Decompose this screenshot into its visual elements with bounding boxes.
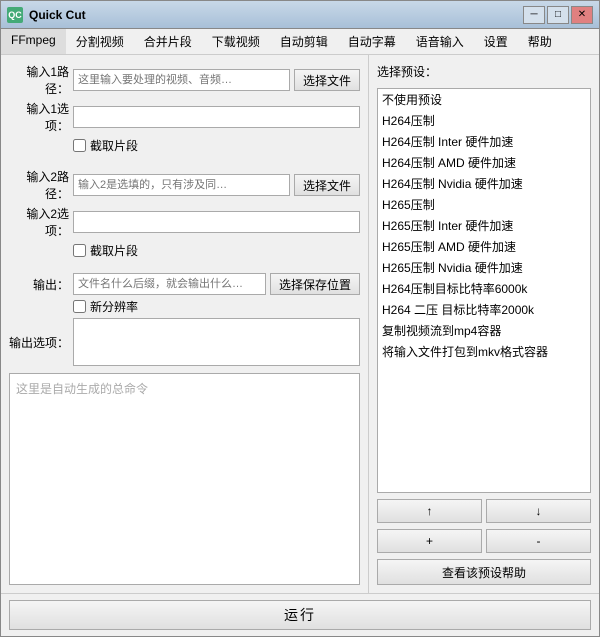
menu-auto-edit[interactable]: 自动剪辑 — [270, 29, 338, 54]
preset-item-12[interactable]: 将输入文件打包到mkv格式容器 — [378, 341, 590, 362]
input2-option-label: 输入2选项： — [9, 205, 69, 239]
input2-option-row: 输入2选项： — [9, 205, 360, 239]
clip-checkbox1[interactable] — [73, 139, 86, 152]
menu-download-video[interactable]: 下载视频 — [202, 29, 270, 54]
output-label: 输出： — [9, 276, 69, 293]
input1-option-row: 输入1选项： — [9, 100, 360, 134]
clip-checkbox1-row: 截取片段 — [9, 137, 360, 154]
preset-item-1[interactable]: H264压制 — [378, 110, 590, 131]
preset-item-10[interactable]: H264 二压 目标比特率2000k — [378, 299, 590, 320]
menu-auto-subtitle[interactable]: 自动字幕 — [338, 29, 406, 54]
preset-item-4[interactable]: H264压制 Nvidia 硬件加速 — [378, 173, 590, 194]
preset-item-8[interactable]: H265压制 Nvidia 硬件加速 — [378, 257, 590, 278]
clip-checkbox2-row: 截取片段 — [9, 242, 360, 259]
input1-path-row: 输入1路径： 选择文件 — [9, 63, 360, 97]
clip-checkbox1-label: 截取片段 — [90, 137, 138, 154]
run-button-bar: 运行 — [1, 593, 599, 636]
left-form: 输入1路径： 选择文件 输入1选项： 截取片段 输入2路径： — [9, 63, 360, 585]
preset-remove-button[interactable]: - — [486, 529, 591, 553]
command-area: 这里是自动生成的总命令 — [9, 373, 360, 585]
input1-option-label: 输入1选项： — [9, 100, 69, 134]
preset-label: 选择预设： — [377, 63, 591, 80]
preset-item-11[interactable]: 复制视频流到mp4容器 — [378, 320, 590, 341]
close-button[interactable]: ✕ — [571, 6, 593, 24]
menu-ffmpeg[interactable]: FFmpeg — [1, 29, 66, 54]
new-framerate-checkbox[interactable] — [73, 300, 86, 313]
preset-item-5[interactable]: H265压制 — [378, 194, 590, 215]
app-icon: QC — [7, 7, 23, 23]
preset-item-6[interactable]: H265压制 Inter 硬件加速 — [378, 215, 590, 236]
new-framerate-label: 新分辨率 — [90, 298, 138, 315]
output-row: 输出： 选择保存位置 — [9, 273, 360, 295]
input2-path-row: 输入2路径： 选择文件 — [9, 168, 360, 202]
right-panel: 选择预设： 不使用预设 H264压制 H264压制 Inter 硬件加速 H26… — [369, 55, 599, 593]
output-save-button[interactable]: 选择保存位置 — [270, 273, 360, 295]
preset-up-button[interactable]: ↑ — [377, 499, 482, 523]
preset-item-2[interactable]: H264压制 Inter 硬件加速 — [378, 131, 590, 152]
menu-bar: FFmpeg 分割视频 合并片段 下载视频 自动剪辑 自动字幕 语音输入 设置 … — [1, 29, 599, 55]
preset-item-7[interactable]: H265压制 AMD 硬件加速 — [378, 236, 590, 257]
menu-merge-clips[interactable]: 合并片段 — [134, 29, 202, 54]
preset-item-3[interactable]: H264压制 AMD 硬件加速 — [378, 152, 590, 173]
window-controls: ─ □ ✕ — [523, 6, 593, 24]
maximize-button[interactable]: □ — [547, 6, 569, 24]
output-option-row: 输出选项： — [9, 318, 360, 366]
title-bar: QC Quick Cut ─ □ ✕ — [1, 1, 599, 29]
command-placeholder: 这里是自动生成的总命令 — [16, 382, 148, 396]
menu-split-video[interactable]: 分割视频 — [66, 29, 134, 54]
input2-path-label: 输入2路径： — [9, 168, 69, 202]
main-window: QC Quick Cut ─ □ ✕ FFmpeg 分割视频 合并片段 下载视频… — [0, 0, 600, 637]
clip-checkbox2[interactable] — [73, 244, 86, 257]
input1-option-field[interactable] — [73, 106, 360, 128]
clip-checkbox2-label: 截取片段 — [90, 242, 138, 259]
preset-down-button[interactable]: ↓ — [486, 499, 591, 523]
preset-item-9[interactable]: H264压制目标比特率6000k — [378, 278, 590, 299]
input1-path-label: 输入1路径： — [9, 63, 69, 97]
run-button[interactable]: 运行 — [9, 600, 591, 630]
new-framerate-row: 新分辨率 — [9, 298, 360, 315]
window-title: Quick Cut — [29, 8, 523, 22]
preset-item-0[interactable]: 不使用预设 — [378, 89, 590, 110]
output-field[interactable] — [73, 273, 266, 295]
input1-path-field[interactable] — [73, 69, 290, 91]
command-box: 这里是自动生成的总命令 — [9, 373, 360, 585]
input2-option-field[interactable] — [73, 211, 360, 233]
preset-help-button[interactable]: 查看该预设帮助 — [377, 559, 591, 585]
preset-move-buttons: ↑ ↓ — [377, 499, 591, 523]
menu-settings[interactable]: 设置 — [474, 29, 518, 54]
output-option-field[interactable] — [73, 318, 360, 366]
menu-help[interactable]: 帮助 — [518, 29, 562, 54]
main-content: 输入1路径： 选择文件 输入1选项： 截取片段 输入2路径： — [1, 55, 599, 593]
preset-list[interactable]: 不使用预设 H264压制 H264压制 Inter 硬件加速 H264压制 AM… — [377, 88, 591, 493]
input2-file-button[interactable]: 选择文件 — [294, 174, 360, 196]
input2-path-field[interactable] — [73, 174, 290, 196]
input1-file-button[interactable]: 选择文件 — [294, 69, 360, 91]
preset-add-remove-buttons: + - — [377, 529, 591, 553]
output-option-label: 输出选项： — [9, 334, 69, 351]
preset-add-button[interactable]: + — [377, 529, 482, 553]
menu-voice-input[interactable]: 语音输入 — [406, 29, 474, 54]
minimize-button[interactable]: ─ — [523, 6, 545, 24]
left-panel: 输入1路径： 选择文件 输入1选项： 截取片段 输入2路径： — [1, 55, 369, 593]
